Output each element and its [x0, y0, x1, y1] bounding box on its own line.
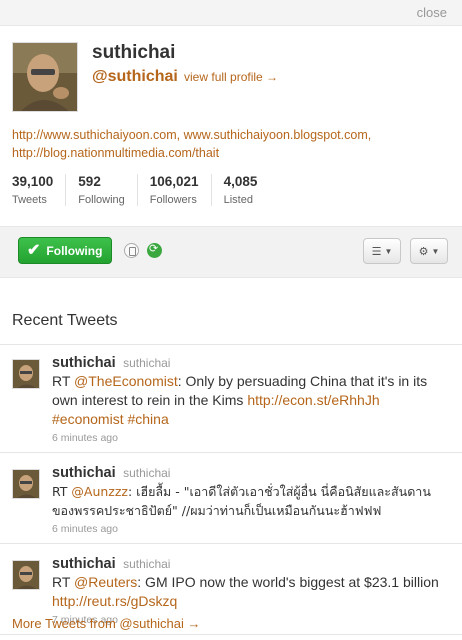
- stat-followers[interactable]: 106,021 Followers: [136, 174, 211, 206]
- caret-down-icon: ▼: [431, 246, 440, 256]
- tweet-list: suthichai suthichai RT @TheEconomist: On…: [0, 344, 462, 635]
- list-menu-button[interactable]: ☰ ▼: [363, 238, 401, 264]
- profile-header: suthichai @suthichai view full profile →: [12, 42, 450, 112]
- action-bar: ✔ Following ☰ ▼ ⚙ ▼: [0, 226, 462, 278]
- profile-urls: http://www.suthichaiyoon.com, www.suthic…: [12, 126, 450, 162]
- tweet-text: RT @Aunzzz: เฮียลื้ม - "เอาดีใส่ตัวเอาชั…: [52, 482, 450, 520]
- stat-value: 39,100: [12, 174, 54, 189]
- more-tweets-link[interactable]: More Tweets from @suthichai →: [12, 616, 201, 631]
- caret-down-icon: ▼: [384, 246, 393, 256]
- view-full-profile-link[interactable]: view full profile →: [184, 70, 278, 84]
- handle-line: @suthichai view full profile →: [92, 68, 278, 86]
- following-label: Following: [46, 243, 103, 258]
- hashtag-link[interactable]: #china: [127, 411, 168, 427]
- stat-label: Listed: [223, 194, 253, 206]
- mention-link[interactable]: @Aunzzz: [71, 484, 128, 499]
- gear-icon: ⚙: [418, 244, 429, 258]
- mention-link[interactable]: @Reuters: [74, 574, 137, 590]
- list-icon: ☰: [371, 244, 382, 258]
- url-link[interactable]: http://www.suthichaiyoon.com, www.suthic…: [12, 128, 371, 142]
- tweet-header: suthichai suthichai: [52, 465, 450, 481]
- checkmark-icon: ✔: [27, 241, 41, 259]
- stat-tweets[interactable]: 39,100 Tweets: [12, 174, 65, 206]
- url-link[interactable]: http://econ.st/eRhhJh: [247, 392, 379, 408]
- tweet-timestamp[interactable]: 6 minutes ago: [52, 432, 450, 444]
- name-block: suthichai @suthichai view full profile →: [92, 42, 278, 112]
- url-link[interactable]: http://reut.rs/gDskzq: [52, 593, 177, 609]
- profile-handle[interactable]: @suthichai: [92, 68, 178, 85]
- tweet-text: RT @Reuters: GM IPO now the world's bigg…: [52, 573, 450, 611]
- profile-stats: 39,100 Tweets 592 Following 106,021 Foll…: [12, 174, 450, 206]
- tweet-author-name[interactable]: suthichai: [52, 556, 116, 572]
- tweet-author-name[interactable]: suthichai: [52, 355, 116, 371]
- tweet-header: suthichai suthichai: [52, 556, 450, 572]
- top-bar: close: [0, 0, 462, 26]
- tweet-avatar[interactable]: [12, 359, 40, 389]
- tweet-item: suthichai suthichai RT @TheEconomist: On…: [0, 345, 462, 453]
- mention-link[interactable]: @TheEconomist: [74, 373, 178, 389]
- hashtag-link[interactable]: #economist: [52, 411, 124, 427]
- tweet-author-handle[interactable]: suthichai: [123, 466, 170, 480]
- tweet-body: suthichai suthichai RT @Aunzzz: เฮียลื้ม…: [52, 465, 450, 535]
- stat-listed[interactable]: 4,085 Listed: [210, 174, 270, 206]
- tweet-text: RT @TheEconomist: Only by persuading Chi…: [52, 372, 450, 429]
- tweet-avatar[interactable]: [12, 469, 40, 499]
- device-updates-icon[interactable]: [124, 243, 139, 258]
- tweet-content: : GM IPO now the world's biggest at $23.…: [137, 574, 439, 590]
- recent-tweets-title: Recent Tweets: [12, 312, 118, 329]
- tweet-avatar[interactable]: [12, 560, 40, 590]
- close-link[interactable]: close: [417, 5, 447, 20]
- stat-label: Followers: [149, 194, 197, 206]
- stat-value: 106,021: [149, 174, 199, 189]
- tweet-author-handle[interactable]: suthichai: [123, 557, 170, 571]
- tweet-author-handle[interactable]: suthichai: [123, 356, 170, 370]
- stat-following[interactable]: 592 Following: [65, 174, 136, 206]
- tweet-prefix: RT: [52, 373, 75, 389]
- gear-menu-button[interactable]: ⚙ ▼: [410, 238, 448, 264]
- profile-card: suthichai @suthichai view full profile →…: [0, 26, 462, 206]
- stat-value: 592: [78, 174, 101, 189]
- tweet-body: suthichai suthichai RT @TheEconomist: On…: [52, 355, 450, 444]
- tweet-prefix: RT: [52, 484, 72, 499]
- following-button[interactable]: ✔ Following: [18, 237, 112, 264]
- tweet-item: suthichai suthichai RT @Aunzzz: เฮียลื้ม…: [0, 453, 462, 544]
- tweet-author-name[interactable]: suthichai: [52, 465, 116, 481]
- stat-label: Tweets: [12, 194, 47, 206]
- retweets-on-icon[interactable]: [147, 242, 162, 258]
- avatar[interactable]: [12, 42, 78, 112]
- url-link[interactable]: http://blog.nationmultimedia.com/thait: [12, 146, 219, 160]
- stat-label: Following: [78, 194, 125, 206]
- profile-name: suthichai: [92, 42, 176, 63]
- tweet-header: suthichai suthichai: [52, 355, 450, 371]
- tweet-timestamp[interactable]: 6 minutes ago: [52, 523, 450, 535]
- tweet-prefix: RT: [52, 574, 75, 590]
- stat-value: 4,085: [223, 174, 258, 189]
